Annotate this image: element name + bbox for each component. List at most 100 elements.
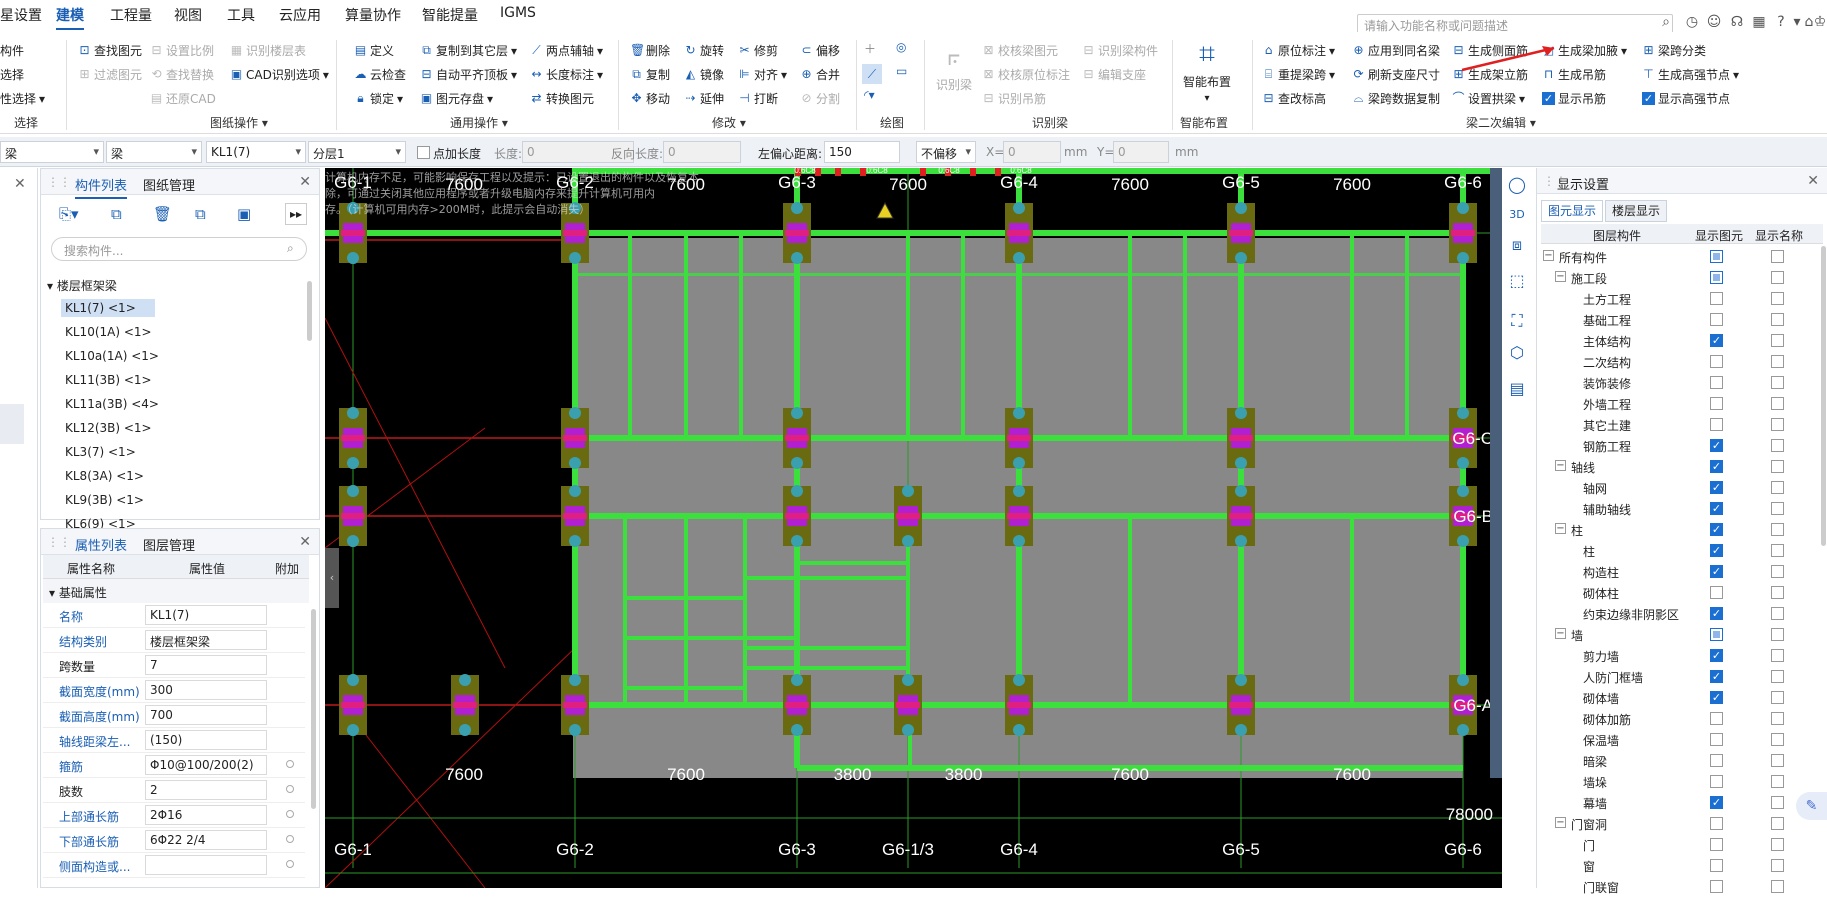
reverse-length-input[interactable]: 0 [663, 141, 741, 163]
copy-button[interactable]: ⧉ 复制 [630, 66, 670, 83]
copy-to-floor-button[interactable]: ⧉ 复制到其它层 ▾ [420, 42, 517, 59]
show-name-checkbox[interactable] [1771, 544, 1784, 557]
show-name-checkbox[interactable] [1771, 838, 1784, 851]
y-input[interactable]: 0 [1113, 141, 1169, 163]
collapse-icon[interactable]: − [1555, 817, 1566, 828]
two-point-axis-button[interactable]: ⟋ 两点辅轴 ▾ [530, 42, 603, 59]
show-element-checkbox[interactable] [1710, 292, 1723, 305]
report-icon[interactable]: ▤ [1504, 376, 1530, 402]
menu-cloud[interactable]: 云应用 [279, 5, 321, 25]
show-name-checkbox[interactable] [1771, 628, 1784, 641]
close-icon[interactable]: ✕ [299, 534, 311, 550]
show-name-checkbox[interactable] [1771, 712, 1784, 725]
floor-plan[interactable]: 0:6C8 0:6C8 0:6C8 0:6C8G6-1 G6-2 G6-3 G6-4 G6-5… [325, 168, 1502, 888]
show-element-checkbox[interactable]: ✓ [1710, 439, 1723, 452]
smart-layout-button[interactable]: ⌗ 智能布置 ▾ [1180, 38, 1234, 105]
show-name-checkbox[interactable] [1771, 439, 1784, 452]
auto-align-top-button[interactable]: ⊟ 自动平齐顶板 ▾ [420, 66, 517, 83]
show-element-checkbox[interactable] [1710, 250, 1723, 263]
tab-floor-display[interactable]: 楼层显示 [1605, 200, 1667, 222]
close-icon[interactable]: ✕ [299, 174, 311, 190]
extra-marker[interactable] [286, 860, 294, 868]
property-value[interactable]: 2 [145, 780, 267, 800]
show-element-checkbox[interactable] [1710, 628, 1723, 641]
floor-select[interactable]: 梁 [0, 141, 104, 163]
refresh-support-button[interactable]: ⟳ 刷新支座尺寸 [1352, 66, 1440, 83]
property-value[interactable]: 7 [145, 655, 267, 675]
point-length-checkbox[interactable] [417, 146, 430, 159]
x-input[interactable]: 0 [1003, 141, 1061, 163]
collapse-icon[interactable]: − [1543, 250, 1554, 261]
property-value[interactable]: 300 [145, 680, 267, 700]
show-element-checkbox[interactable]: ✓ [1710, 649, 1723, 662]
offset-input[interactable]: 150 [824, 141, 900, 163]
extra-marker[interactable] [286, 835, 294, 843]
show-element-checkbox[interactable] [1710, 733, 1723, 746]
component-item[interactable]: KL10(1A) <1> [61, 323, 156, 341]
tab-element-display[interactable]: 图元显示 [1541, 200, 1603, 222]
show-name-checkbox[interactable] [1771, 649, 1784, 662]
show-element-checkbox[interactable]: ✓ [1710, 502, 1723, 515]
function-search-input[interactable]: 请输入功能名称或问题描述 [1357, 14, 1673, 34]
show-element-checkbox[interactable] [1710, 271, 1723, 284]
ribbon-select-component[interactable]: 构件 [0, 42, 24, 59]
clock-icon[interactable]: ◷ [1684, 14, 1700, 30]
cube-view-icon[interactable]: ⬚ [1504, 268, 1530, 294]
show-name-checkbox[interactable] [1771, 775, 1784, 788]
tab-drawing-manage[interactable]: 图纸管理 [143, 175, 195, 194]
show-element-checkbox[interactable] [1710, 397, 1723, 410]
new-component-icon[interactable]: ⎘▾ [59, 205, 79, 223]
set-scale-button[interactable]: ⊟ 设置比例 [150, 42, 214, 59]
show-element-checkbox[interactable] [1710, 859, 1723, 872]
show-element-checkbox[interactable]: ✓ [1710, 607, 1723, 620]
identify-hanger-button[interactable]: ⊟ 识别吊筋 [982, 90, 1046, 107]
headset-icon[interactable]: ☊ [1729, 14, 1745, 30]
align-button[interactable]: ⊫ 对齐 ▾ [738, 66, 787, 83]
component-item[interactable]: KL9(3B) <1> [61, 491, 148, 509]
close-icon[interactable]: ✕ [1807, 173, 1819, 189]
show-element-checkbox[interactable] [1710, 376, 1723, 389]
delete-component-icon[interactable]: 🗑︎ [153, 205, 172, 223]
more-icon[interactable]: ▸▸ [285, 203, 307, 225]
component-search-input[interactable]: 搜索构件... [51, 237, 307, 261]
drawing-canvas[interactable]: 0:6C8 0:6C8 0:6C8 0:6C8 G6-1 G6-2 G6-3 G6-4 G6-5… [325, 168, 1502, 888]
beam-span-classify-button[interactable]: ⊞ 梁跨分类 [1642, 42, 1706, 59]
show-element-checkbox[interactable]: ✓ [1710, 523, 1723, 536]
show-name-checkbox[interactable] [1771, 859, 1784, 872]
drag-handle-icon[interactable]: ⋮⋮ [47, 175, 71, 189]
apply-same-name-button[interactable]: ⊕ 应用到同名梁 [1352, 42, 1440, 59]
box-view-icon[interactable]: ⧈ [1504, 232, 1530, 258]
scrollbar[interactable] [311, 609, 316, 809]
offset-mode-select[interactable]: 不偏移 [916, 141, 976, 163]
show-hanger-checkbox[interactable]: ✓ 显示吊筋 [1542, 90, 1606, 107]
show-name-checkbox[interactable] [1771, 691, 1784, 704]
collapse-icon[interactable]: − [1555, 271, 1566, 282]
property-value[interactable] [145, 855, 267, 875]
show-name-checkbox[interactable] [1771, 733, 1784, 746]
section-basic[interactable]: ▾ 基础属性 [43, 579, 309, 603]
collapse-icon[interactable]: − [1555, 628, 1566, 639]
ribbon-attr-select[interactable]: 性选择 ▾ [0, 90, 45, 107]
mirror-button[interactable]: ◭ 镜像 [684, 66, 724, 83]
property-value[interactable]: Φ10@100/200(2) [145, 755, 267, 775]
cloud-check-button[interactable]: ☁ 云检查 [354, 66, 407, 83]
split-button[interactable]: ⊘ 分割 [800, 90, 840, 107]
drag-handle-icon[interactable]: ⋮⋮ [47, 535, 71, 549]
draw-rotate-point-icon[interactable]: ◎ [896, 40, 906, 54]
restore-cad-button[interactable]: ▤ 还原CAD [150, 90, 216, 107]
draw-arc-icon[interactable]: ◜▾ [864, 88, 875, 102]
3d-view-icon[interactable]: 3D [1504, 202, 1530, 228]
check-elevation-button[interactable]: ⊟ 查改标高 [1262, 90, 1326, 107]
identify-beam-component-button[interactable]: ⊟ 识别梁构件 [1082, 42, 1158, 59]
show-name-checkbox[interactable] [1771, 502, 1784, 515]
in-situ-annotation-button[interactable]: ⌂ 原位标注 ▾ [1262, 42, 1335, 59]
user-icon[interactable]: ☺ [1706, 14, 1722, 30]
draw-point-icon[interactable]: ＋ [864, 40, 876, 57]
trim-button[interactable]: ✂ 修剪 [738, 42, 778, 59]
show-element-checkbox[interactable]: ✓ [1710, 796, 1723, 809]
show-element-checkbox[interactable]: ✓ [1710, 460, 1723, 473]
lock-button[interactable]: 🔒︎ 锁定 ▾ [354, 90, 403, 107]
search-icon[interactable]: ⌕ [287, 241, 294, 256]
nav-selected-marker[interactable] [0, 404, 24, 444]
show-element-checkbox[interactable] [1710, 775, 1723, 788]
